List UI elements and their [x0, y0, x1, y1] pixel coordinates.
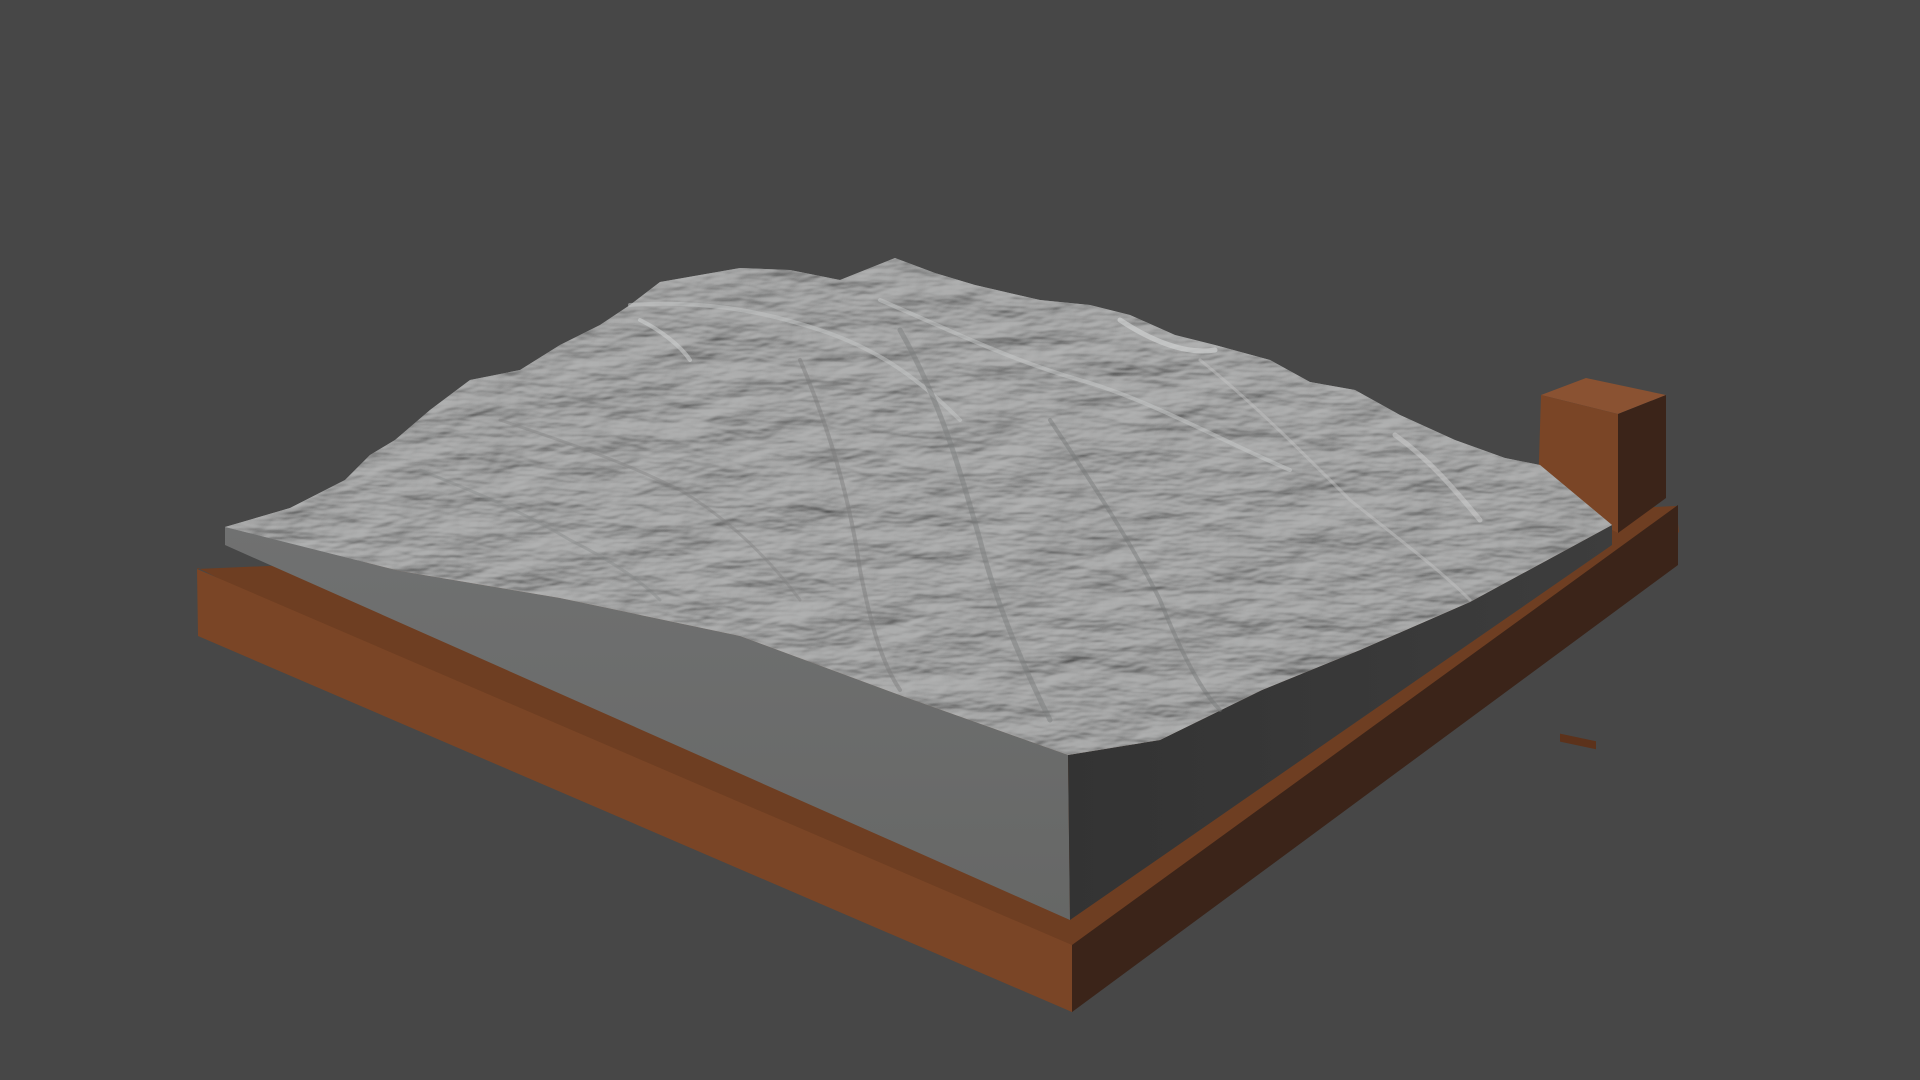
scene-canvas[interactable]: [0, 0, 1920, 1080]
3d-viewport[interactable]: [0, 0, 1920, 1080]
